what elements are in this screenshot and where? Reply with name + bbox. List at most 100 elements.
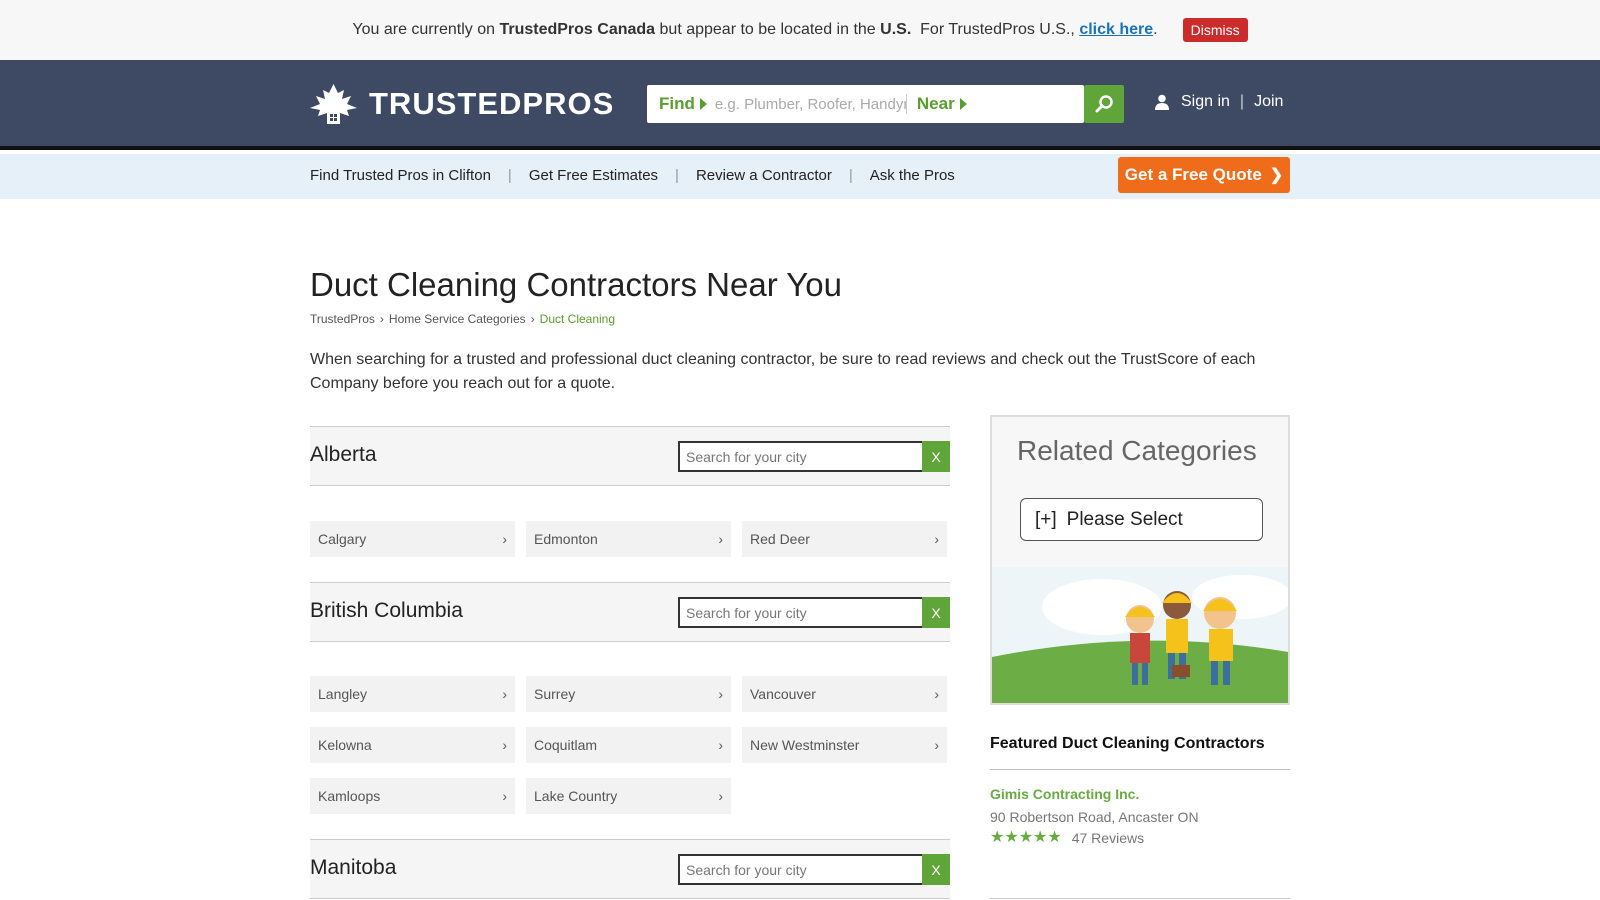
city-button[interactable]: Lake Country › [526, 778, 731, 814]
nav-separator: | [848, 167, 853, 184]
breadcrumb-current[interactable]: Duct Cleaning [540, 312, 615, 326]
intro-text: When searching for a trusted and profess… [310, 351, 1256, 392]
get-free-quote-button[interactable]: Get a Free Quote ❯ [1118, 157, 1290, 193]
featured-contractor-name[interactable]: Gimis Contracting Inc. [990, 786, 1139, 802]
account-separator: | [1239, 93, 1245, 110]
clear-search-button[interactable]: X [922, 441, 950, 472]
province-header-alberta: Alberta X [310, 426, 950, 486]
city-label: Calgary [318, 531, 367, 547]
nav-free-estimates[interactable]: Get Free Estimates [529, 167, 658, 184]
star-rating: ★ ★ ★ ★ ★ [990, 830, 1062, 846]
category-select-label: Please Select [1066, 508, 1183, 530]
city-search-input[interactable] [678, 597, 924, 628]
nav-separator: | [675, 167, 679, 184]
chevron-right-icon: › [718, 737, 723, 753]
nav-ask-pros[interactable]: Ask the Pros [870, 167, 955, 184]
nav-separator: | [507, 167, 512, 184]
nav-find-pros[interactable]: Find Trusted Pros in Clifton [310, 167, 491, 184]
site-logo[interactable]: TRUSTEDPROS [310, 84, 614, 124]
featured-contractor-address: 90 Robertson Road, Ancaster ON [990, 809, 1199, 825]
city-label: Langley [318, 686, 368, 702]
city-label: Surrey [534, 686, 576, 702]
account-links: Sign in | Join [1155, 93, 1283, 111]
page-title: Duct Cleaning Contractors Near You [310, 266, 842, 303]
chevron-right-icon: › [934, 531, 939, 547]
chevron-right-icon: ❯ [1269, 167, 1284, 184]
city-button[interactable]: Vancouver › [742, 676, 947, 712]
geo-text-3: For TrustedPros U.S., [920, 21, 1075, 38]
logo-wordmark: TRUSTEDPROS [369, 86, 615, 121]
sign-in-link[interactable]: Sign in [1181, 93, 1230, 111]
geo-period: . [1153, 21, 1158, 38]
star-icon: ★ [1004, 829, 1019, 846]
geo-text-2: but appear to be located in the [659, 21, 876, 38]
sub-navigation: Find Trusted Pros in Clifton | Get Free … [0, 154, 1600, 199]
chevron-right-icon: › [502, 531, 507, 547]
clear-search-button[interactable]: X [922, 854, 950, 885]
star-icon: ★ [990, 829, 1005, 846]
related-categories-title: Related Categories [1017, 435, 1257, 466]
province-name: Alberta [310, 443, 377, 466]
city-button[interactable]: Kelowna › [310, 727, 515, 763]
featured-contractor-rating: ★ ★ ★ ★ ★ 47 Reviews [990, 830, 1144, 847]
find-input[interactable] [714, 94, 907, 114]
search-icon [1095, 95, 1113, 113]
city-button[interactable]: Edmonton › [526, 521, 731, 557]
star-icon: ★ [1047, 829, 1062, 846]
city-label: Edmonton [534, 531, 598, 547]
breadcrumb-chevron-icon: › [530, 312, 535, 326]
province-header-manitoba: Manitoba X [310, 839, 950, 899]
breadcrumb-categories[interactable]: Home Service Categories [389, 312, 526, 326]
category-select[interactable]: [+] Please Select [1020, 498, 1263, 541]
city-button[interactable]: Calgary › [310, 521, 515, 557]
star-icon: ★ [1033, 829, 1048, 846]
city-label: Lake Country [534, 788, 618, 804]
breadcrumb-home[interactable]: TrustedPros [310, 312, 375, 326]
city-button[interactable]: Surrey › [526, 676, 731, 712]
chevron-right-icon: › [934, 686, 939, 702]
featured-contractors-title: Featured Duct Cleaning Contractors [990, 735, 1265, 752]
city-button[interactable]: New Westminster › [742, 727, 947, 763]
geo-switch-link[interactable]: click here [1079, 21, 1153, 39]
find-arrow-icon [699, 98, 707, 110]
divider [990, 898, 1290, 899]
related-categories-panel: Related Categories [+] Please Select [990, 415, 1290, 705]
city-button[interactable]: Coquitlam › [526, 727, 731, 763]
city-search-input[interactable] [678, 854, 924, 885]
clear-search-button[interactable]: X [922, 597, 950, 628]
chevron-right-icon: › [718, 788, 723, 804]
chevron-right-icon: › [502, 737, 507, 753]
star-icon: ★ [1018, 829, 1034, 846]
join-link[interactable]: Join [1254, 93, 1283, 111]
city-button[interactable]: Langley › [310, 676, 515, 712]
chevron-right-icon: › [718, 531, 723, 547]
city-button[interactable]: Kamloops › [310, 778, 515, 814]
province-header-british-columbia: British Columbia X [310, 582, 950, 642]
nav-review-contractor[interactable]: Review a Contractor [696, 167, 832, 184]
review-count[interactable]: 47 Reviews [1072, 830, 1144, 846]
near-label[interactable]: Near [917, 94, 967, 114]
city-label: Coquitlam [534, 737, 598, 753]
geo-site-name: TrustedPros Canada [499, 21, 656, 38]
find-label: Find [659, 94, 707, 114]
city-label: Red Deer [750, 531, 810, 547]
site-header: TRUSTEDPROS Find Near Sign in | Join [0, 60, 1600, 150]
geo-text-1: You are currently on [352, 21, 495, 38]
province-name: Manitoba [310, 856, 397, 879]
city-label: New Westminster [750, 737, 860, 753]
city-search-input[interactable] [678, 441, 924, 472]
user-icon [1155, 94, 1169, 110]
chevron-right-icon: › [718, 686, 723, 702]
geo-banner: You are currently on TrustedPros Canada … [0, 0, 1600, 60]
geo-country: U.S. [880, 21, 912, 38]
near-arrow-icon [959, 98, 967, 110]
city-button[interactable]: Red Deer › [742, 521, 947, 557]
breadcrumb: TrustedPros › Home Service Categories › … [310, 312, 615, 326]
search-button[interactable] [1084, 85, 1124, 123]
dismiss-button[interactable]: Dismiss [1182, 18, 1248, 42]
chevron-right-icon: › [502, 686, 507, 702]
city-label: Vancouver [750, 686, 816, 702]
contractors-illustration [992, 567, 1288, 703]
chevron-right-icon: › [502, 788, 507, 804]
search-bar: Find Near [647, 85, 1084, 123]
